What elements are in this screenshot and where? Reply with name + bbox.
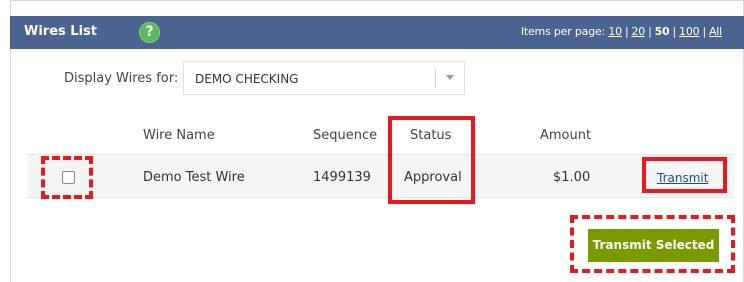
page-size-20[interactable]: 20 bbox=[631, 25, 645, 38]
column-header-amount: Amount bbox=[540, 128, 592, 143]
items-per-page: Items per page: 10 | 20 | 50 | 100 | All bbox=[520, 25, 722, 38]
page-size-all[interactable]: All bbox=[709, 25, 722, 38]
page-size-50[interactable]: 50 bbox=[655, 25, 670, 38]
help-icon[interactable]: ? bbox=[139, 22, 160, 43]
chevron-down-icon[interactable] bbox=[446, 75, 454, 80]
select-divider bbox=[435, 68, 436, 88]
page-size-100[interactable]: 100 bbox=[679, 25, 700, 38]
column-header-sequence: Sequence bbox=[313, 128, 378, 143]
account-select-value: DEMO CHECKING bbox=[195, 72, 299, 86]
page-size-10[interactable]: 10 bbox=[608, 25, 622, 38]
items-per-page-label: Items per page: bbox=[520, 25, 606, 38]
status-highlight bbox=[388, 116, 475, 204]
sequence-cell: 1499139 bbox=[313, 170, 371, 185]
checkbox-highlight bbox=[41, 156, 93, 199]
display-wires-label: Display Wires for: bbox=[64, 71, 179, 86]
panel-title: Wires List bbox=[24, 24, 97, 39]
panel-header: Wires List ? Items per page: 10 | 20 | 50 | 10… bbox=[10, 16, 744, 49]
wire-name-cell: Demo Test Wire bbox=[143, 170, 245, 185]
table-row bbox=[28, 154, 734, 198]
transmit-highlight bbox=[642, 157, 727, 193]
transmit-selected-highlight bbox=[570, 215, 735, 273]
account-select[interactable]: DEMO CHECKING bbox=[183, 61, 465, 95]
amount-cell: $1.00 bbox=[553, 170, 591, 185]
column-header-wire-name: Wire Name bbox=[143, 128, 215, 143]
